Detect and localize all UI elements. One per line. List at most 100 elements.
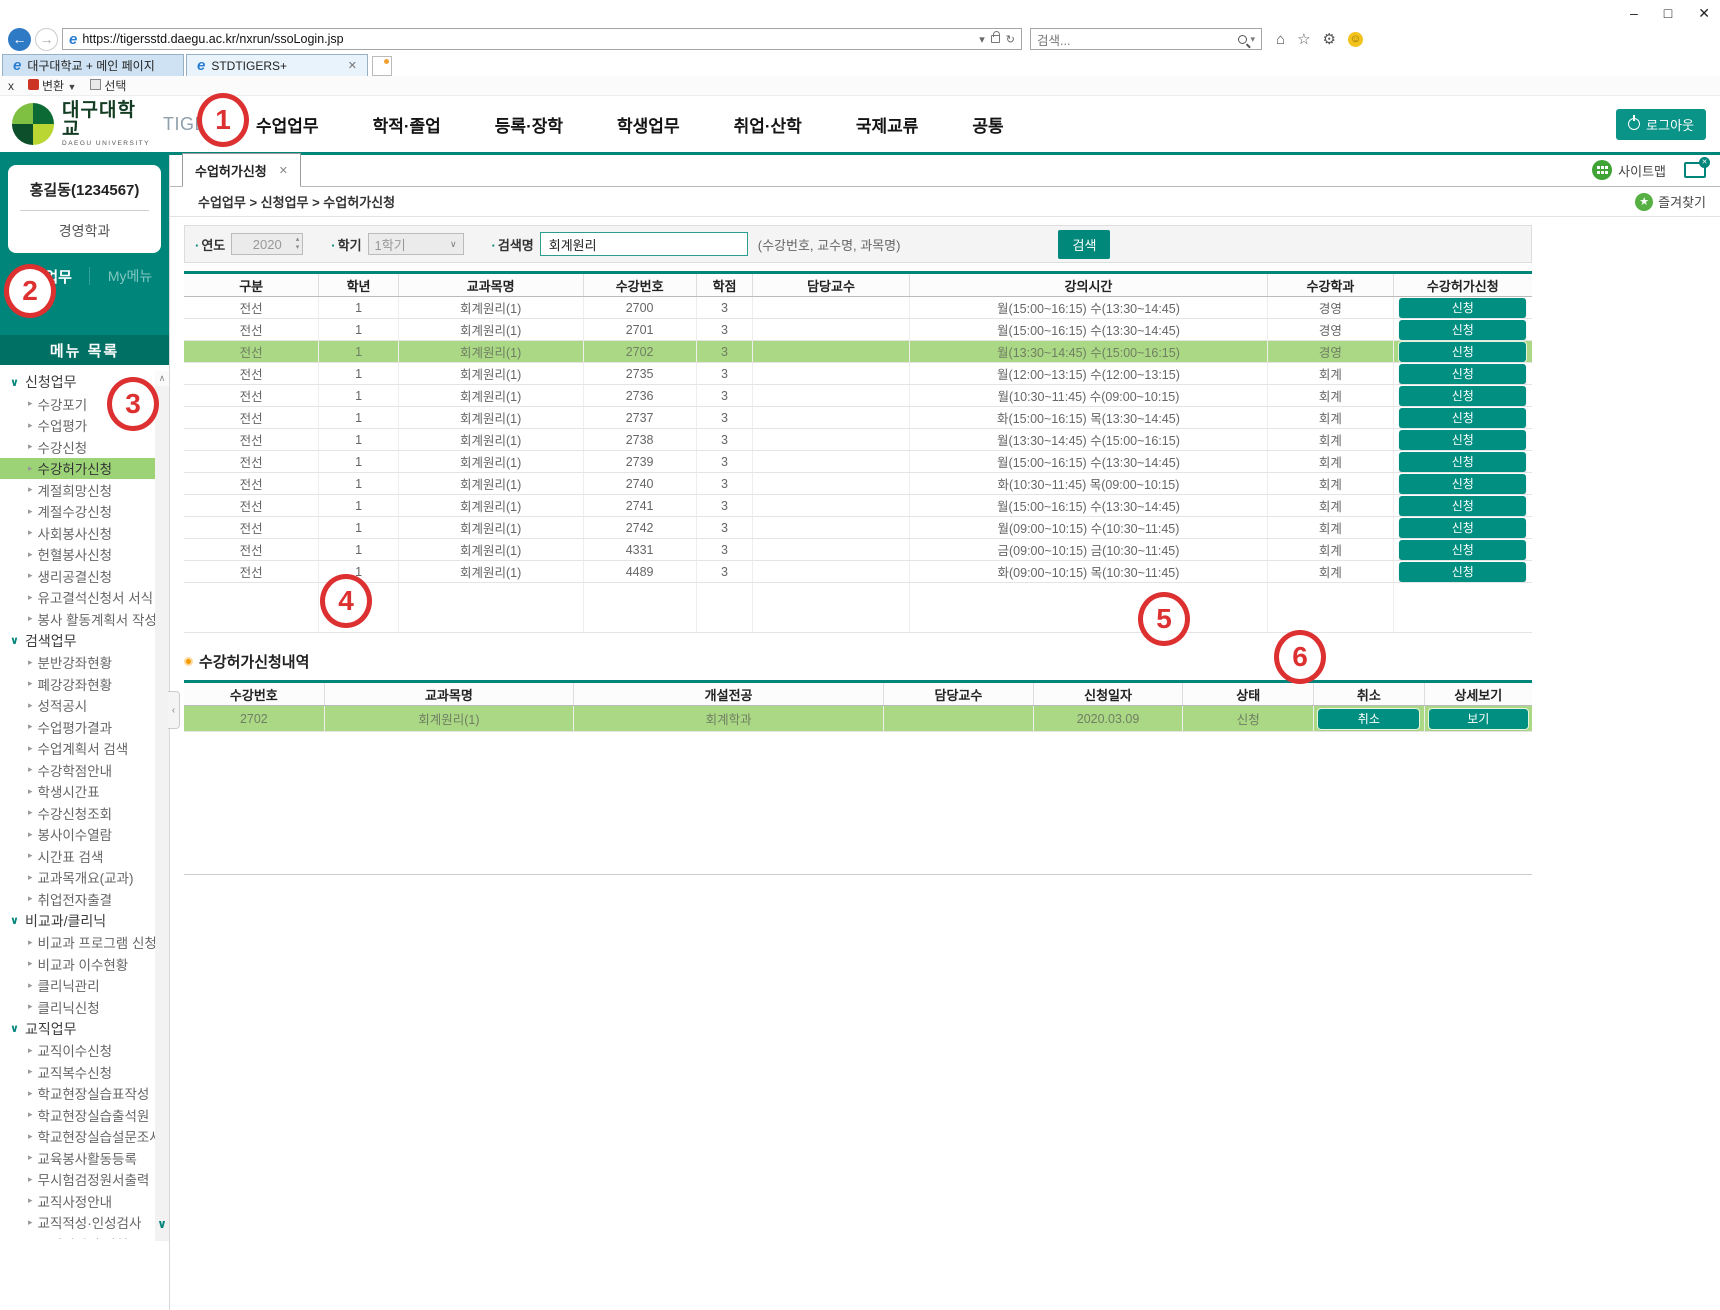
table-row[interactable]: 전선1회계원리(1)27383월(13:30~14:45) 수(15:00~16… — [184, 429, 1532, 451]
table-row[interactable]: 전선1회계원리(1)27003월(15:00~16:15) 수(13:30~14… — [184, 297, 1532, 319]
table-row[interactable]: 전선1회계원리(1)43313금(09:00~10:15) 금(10:30~11… — [184, 539, 1532, 561]
top-nav-item-4[interactable]: 취업·산학 — [734, 112, 802, 137]
apply-button[interactable]: 신청 — [1399, 430, 1526, 450]
sidebar-item[interactable]: ▸학생시간표 — [10, 781, 155, 803]
gear-icon[interactable]: ⚙ — [1323, 30, 1336, 48]
table-row[interactable]: 전선1회계원리(1)27353월(12:00~13:15) 수(12:00~13… — [184, 363, 1532, 385]
sidebar-item[interactable]: ▸성적공시 — [10, 695, 155, 717]
close-button[interactable]: ✕ — [1698, 5, 1710, 22]
table-row[interactable]: 전선1회계원리(1)27023월(13:30~14:45) 수(15:00~16… — [184, 341, 1532, 363]
sidebar-item[interactable]: ▸계절수강신청 — [10, 501, 155, 523]
top-nav-item-5[interactable]: 국제교류 — [856, 112, 919, 137]
apply-button[interactable]: 신청 — [1399, 518, 1526, 538]
sidebar-item[interactable]: ▸취업전자출결 — [10, 888, 155, 910]
sidebar-item[interactable]: ▸수업평가결과 — [10, 716, 155, 738]
sidebar-item[interactable]: ▸생리공결신청 — [10, 565, 155, 587]
forward-button[interactable]: → — [35, 28, 58, 51]
sidebar-item[interactable]: ▸사회봉사신청 — [10, 522, 155, 544]
sidebar-item[interactable]: ▸교직이수신청 — [10, 1040, 155, 1062]
sidebar-item[interactable]: ▸교직사정안내 — [10, 1190, 155, 1212]
sidebar-section[interactable]: ∨교직업무 — [10, 1018, 155, 1040]
sidebar-item[interactable]: ▸교직복수신청 — [10, 1061, 155, 1083]
home-icon[interactable]: ⌂ — [1276, 31, 1285, 48]
sidebar-item[interactable]: ▸폐강강좌현황 — [10, 673, 155, 695]
page-tab[interactable]: 수업허가신청 ✕ — [182, 153, 301, 187]
scroll-down-icon[interactable]: ∨ — [155, 1217, 169, 1231]
search-caret-icon[interactable]: ▾ — [1250, 34, 1255, 45]
year-spinner[interactable]: 2020 ▴▾ — [231, 233, 303, 255]
sidebar-item[interactable]: ▸클리닉신청 — [10, 996, 155, 1018]
sidebar-item[interactable]: ▸무시험검정원서출력 — [10, 1169, 155, 1191]
sidebar-item[interactable]: ▸시간표 검색 — [10, 845, 155, 867]
table-row[interactable]: 전선1회계원리(1)27413월(15:00~16:15) 수(13:30~14… — [184, 495, 1532, 517]
sidebar-item[interactable]: ▸비교과 프로그램 신청 — [10, 932, 155, 954]
maximize-button[interactable]: □ — [1664, 5, 1672, 22]
apply-button[interactable]: 신청 — [1399, 386, 1526, 406]
table-row[interactable]: 전선1회계원리(1)27013월(15:00~16:15) 수(13:30~14… — [184, 319, 1532, 341]
convert-button[interactable]: 변환 ▼ — [28, 77, 76, 94]
sidebar-item[interactable]: ▸봉사 활동계획서 작성 — [10, 608, 155, 630]
sidebar-tab-mymenu[interactable]: My메뉴 — [108, 266, 152, 286]
apply-button[interactable]: 신청 — [1399, 364, 1526, 384]
sidebar-item[interactable]: ▸학교현장실습표작성 — [10, 1083, 155, 1105]
sidebar-item[interactable]: ▸교직적성·인성검사 — [10, 1212, 155, 1234]
sidebar-scrollbar[interactable]: ∧ ∨ — [155, 371, 169, 1241]
favorites-button[interactable]: ★ 즐겨찾기 — [1635, 192, 1706, 211]
autocomplete-caret-icon[interactable]: ▾ — [979, 33, 985, 46]
table-row[interactable]: 전선1회계원리(1)27403화(10:30~11:45) 목(09:00~10… — [184, 473, 1532, 495]
tab-close-icon[interactable]: ✕ — [348, 59, 357, 72]
sidebar-item[interactable]: ▸교과목개요(교과) — [10, 867, 155, 889]
view-button[interactable]: 보기 — [1429, 709, 1528, 729]
apply-button[interactable]: 신청 — [1399, 540, 1526, 560]
refresh-icon[interactable]: ↻ — [1006, 33, 1015, 46]
sidebar-collapse-handle[interactable]: ‹ — [168, 691, 180, 729]
sidebar-item[interactable]: ▸비교과 이수현황 — [10, 953, 155, 975]
cancel-button[interactable]: 취소 — [1318, 709, 1419, 729]
close-all-windows-icon[interactable] — [1684, 162, 1706, 178]
sidebar-item[interactable]: ▸클리닉관리 — [10, 975, 155, 997]
semester-select[interactable]: 1학기 ∨ — [368, 233, 464, 255]
sidebar-item[interactable]: ▸수강허가신청 — [0, 458, 169, 480]
sidebar-item[interactable]: ▸유고결석신청서 서식 — [10, 587, 155, 609]
sidebar-item[interactable]: ▸수업계획서 검색 — [10, 738, 155, 760]
sidebar-item[interactable]: ▸수강신청조회 — [10, 802, 155, 824]
apply-button[interactable]: 신청 — [1399, 452, 1526, 472]
sidebar-item[interactable]: ▸수강학점안내 — [10, 759, 155, 781]
table-row[interactable]: 전선1회계원리(1)27393월(15:00~16:15) 수(13:30~14… — [184, 451, 1532, 473]
apply-button[interactable]: 신청 — [1399, 342, 1526, 362]
toolbar-close-button[interactable]: x — [8, 79, 14, 93]
sidebar-section[interactable]: ∨검색업무 — [10, 630, 155, 652]
scroll-up-icon[interactable]: ∧ — [155, 371, 169, 386]
browser-search-box[interactable]: 검색... ▾ — [1030, 28, 1262, 50]
keyword-input[interactable]: 회계원리 — [540, 232, 748, 256]
minimize-button[interactable]: – — [1630, 5, 1638, 22]
logout-button[interactable]: 로그아웃 — [1616, 109, 1706, 140]
new-tab-button[interactable] — [372, 56, 392, 76]
sidebar-item[interactable]: ▸헌혈봉사신청 — [10, 544, 155, 566]
sidebar-item[interactable]: ▸학교현장실습설문조사 — [10, 1126, 155, 1148]
page-tab-close-icon[interactable]: ✕ — [279, 164, 288, 177]
sitemap-button[interactable]: 사이트맵 — [1592, 160, 1666, 180]
browser-tab-main-page[interactable]: e 대구대학교 + 메인 페이지 — [2, 54, 184, 76]
search-button[interactable]: 검색 — [1058, 230, 1110, 259]
search-icon[interactable] — [1238, 35, 1247, 44]
sidebar-item[interactable]: ▸교직적인성 신청 — [10, 1233, 155, 1239]
spinner-arrows-icon[interactable]: ▴▾ — [296, 236, 300, 252]
sidebar-item[interactable]: ▸계절희망신청 — [10, 479, 155, 501]
top-nav-item-1[interactable]: 학적·졸업 — [373, 112, 441, 137]
table-row[interactable]: 전선1회계원리(1)27423월(09:00~10:15) 수(10:30~11… — [184, 517, 1532, 539]
apply-button[interactable]: 신청 — [1399, 408, 1526, 428]
apply-button[interactable]: 신청 — [1399, 496, 1526, 516]
top-nav-item-6[interactable]: 공통 — [972, 112, 1003, 137]
address-bar[interactable]: e https://tigersstd.daegu.ac.kr/nxrun/ss… — [62, 28, 1022, 50]
top-nav-item-2[interactable]: 등록·장학 — [495, 112, 563, 137]
sidebar-item[interactable]: ▸봉사이수열람 — [10, 824, 155, 846]
apply-button[interactable]: 신청 — [1399, 562, 1526, 582]
browser-tab-stdtigers[interactable]: e STDTIGERS+ ✕ — [186, 54, 368, 76]
sidebar-item[interactable]: ▸학교현장실습출석원 — [10, 1104, 155, 1126]
apply-button[interactable]: 신청 — [1399, 474, 1526, 494]
select-button[interactable]: 선택 — [90, 77, 126, 94]
sidebar-item[interactable]: ▸수강신청 — [10, 436, 155, 458]
table-row[interactable]: 2702회계원리(1)회계학과2020.03.09신청취소보기 — [184, 706, 1532, 732]
smiley-icon[interactable]: ☺ — [1348, 32, 1363, 47]
